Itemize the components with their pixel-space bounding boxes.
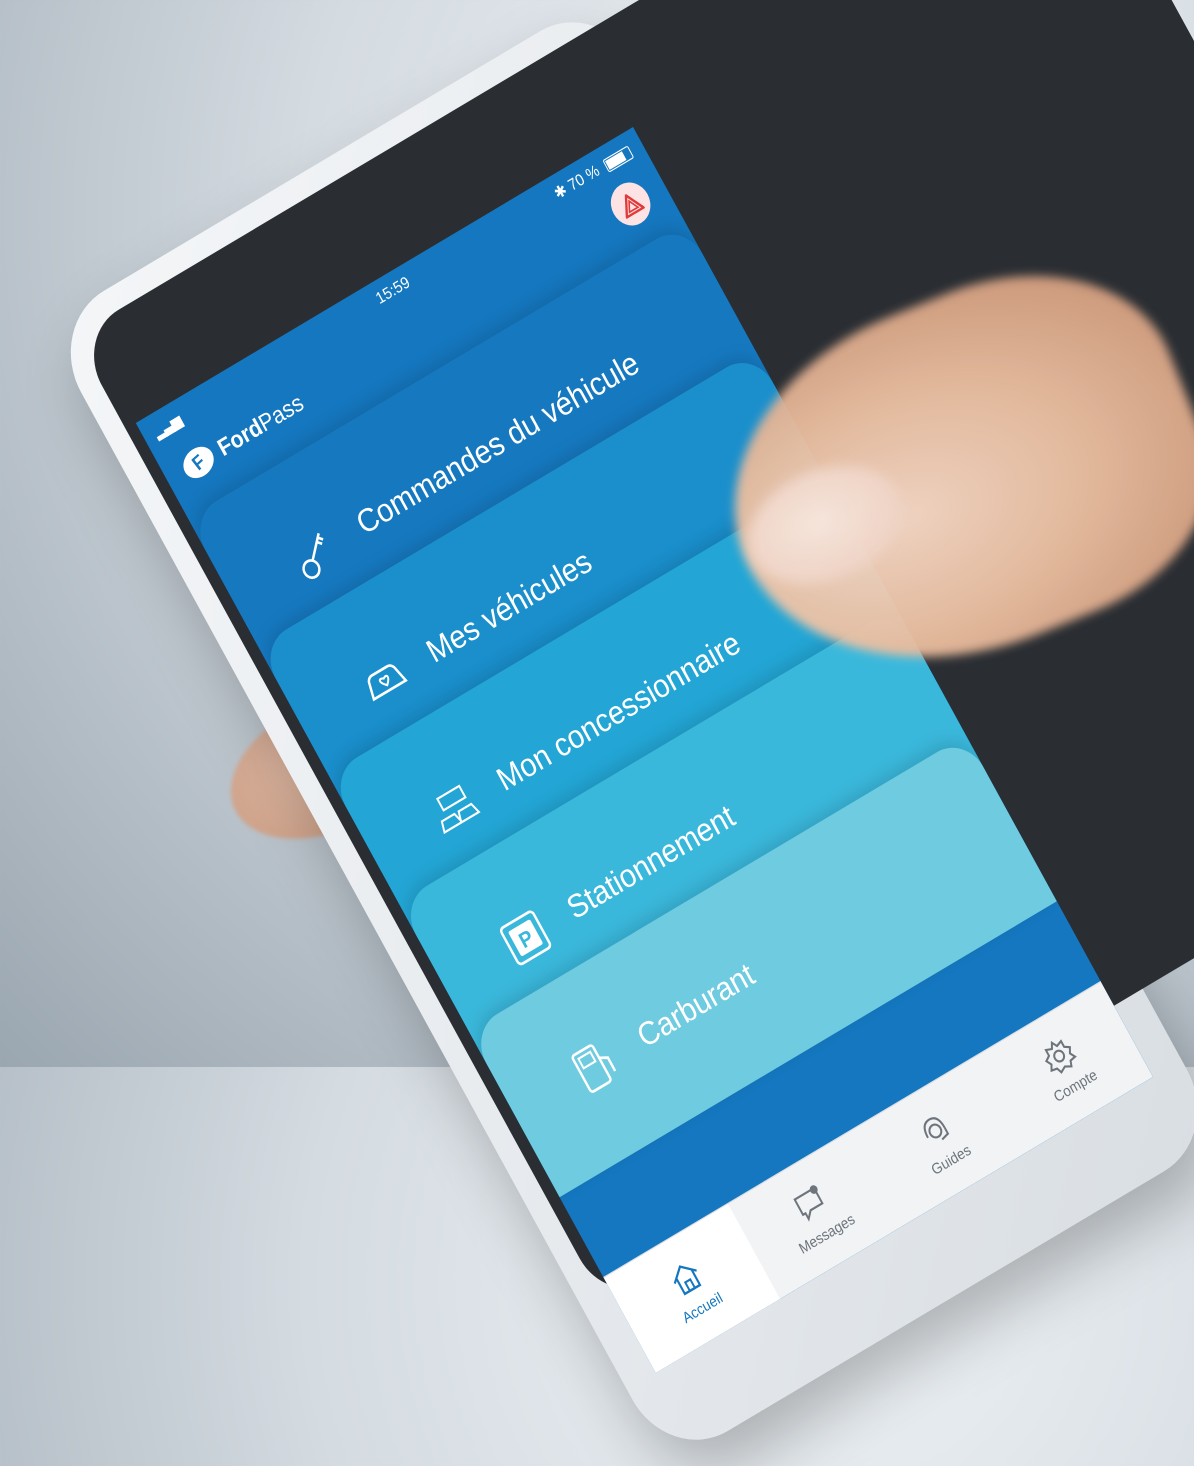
hazard-triangle-icon — [624, 193, 646, 219]
dealer-cars-icon — [435, 784, 481, 834]
home-icon — [673, 1265, 702, 1296]
fuel-pump-icon — [571, 1043, 616, 1093]
headset-icon — [923, 1117, 950, 1141]
gear-icon — [1044, 1039, 1077, 1074]
fordpass-logo-icon: F — [177, 440, 220, 485]
smartphone: ▂▃▅ 15:59 ✱ 70 % F Ford Pass Commandes du… — [44, 0, 1194, 1466]
hazard-button[interactable] — [603, 175, 658, 233]
parking-icon: P — [499, 909, 551, 965]
menu-label-fuel: Carburant — [631, 956, 761, 1055]
key-icon — [302, 532, 324, 579]
message-icon — [793, 1185, 824, 1222]
car-heart-icon — [367, 663, 408, 701]
